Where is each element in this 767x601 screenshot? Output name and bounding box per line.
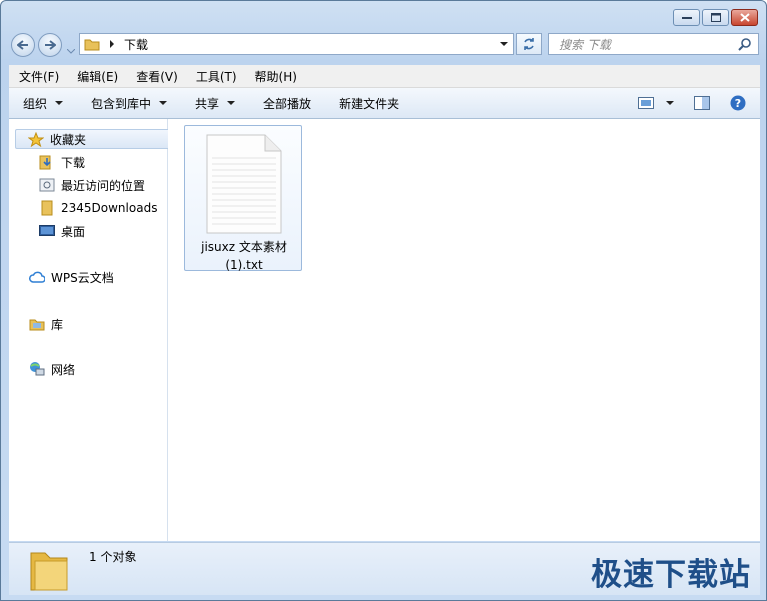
new-folder-button[interactable]: 新建文件夹	[325, 95, 413, 112]
recent-pages-dropdown[interactable]	[66, 43, 76, 57]
desktop-icon	[39, 225, 55, 236]
menu-view[interactable]: 查看(V)	[126, 68, 186, 85]
sidebar-item-desktop[interactable]: 桌面	[39, 221, 85, 241]
chevron-down-icon	[55, 101, 64, 105]
sidebar-item-label: 最近访问的位置	[61, 178, 146, 193]
include-label: 包含到库中	[91, 96, 152, 111]
chevron-down-icon	[159, 101, 168, 105]
network-icon	[30, 362, 45, 376]
organize-label: 组织	[23, 96, 48, 111]
sidebar-item-label: 2345Downloads	[61, 201, 158, 215]
sidebar-item-recent-places[interactable]: 最近访问的位置	[39, 175, 145, 195]
file-name-line1: jisuxz 文本素材	[201, 240, 287, 254]
search-box[interactable]: 搜索 下载	[548, 33, 759, 55]
recent-places-icon	[39, 178, 55, 192]
sidebar-item-label: 网络	[51, 362, 76, 377]
search-input[interactable]: 搜索 下载	[549, 36, 738, 53]
sidebar-item-label: WPS云文档	[51, 270, 114, 285]
cloud-icon	[29, 271, 45, 283]
chevron-down-icon	[666, 101, 674, 105]
play-all-button[interactable]: 全部播放	[249, 95, 325, 112]
navigation-pane: 收藏夹 下载 最近访问的位置 2345Downloads 桌面 WPS云文档 库	[9, 119, 171, 541]
file-item[interactable]: jisuxz 文本素材 (1).txt	[184, 125, 303, 274]
address-path[interactable]: 下载	[124, 36, 499, 53]
include-in-library-button[interactable]: 包含到库中	[77, 95, 181, 112]
back-button[interactable]	[11, 33, 35, 57]
watermark-logo: 极速下载站	[591, 557, 751, 593]
menu-file[interactable]: 文件(F)	[9, 68, 67, 85]
minimize-button[interactable]	[673, 9, 700, 26]
file-name-line2: (1).txt	[225, 258, 263, 272]
view-options-button[interactable]	[628, 97, 684, 109]
sidebar-item-libraries[interactable]: 库	[29, 314, 63, 334]
back-arrow-icon	[17, 40, 28, 50]
library-icon	[29, 319, 45, 331]
share-label: 共享	[195, 96, 220, 111]
refresh-button[interactable]	[516, 33, 542, 55]
chevron-down-icon	[66, 48, 76, 54]
svg-text:?: ?	[735, 97, 741, 110]
help-icon: ?	[730, 95, 746, 111]
explorer-window: 下载 搜索 下载 文件(F) 编辑(E) 查看(V) 工具(T) 帮助(H) 组…	[0, 0, 767, 601]
sidebar-item-label: 库	[51, 317, 64, 332]
sidebar-item-label: 收藏夹	[50, 132, 87, 147]
sidebar-item-label: 下载	[61, 155, 86, 170]
help-button[interactable]: ?	[720, 95, 760, 111]
breadcrumb-arrow-icon	[110, 40, 114, 48]
folder-icon	[84, 39, 100, 51]
downloads-folder-icon	[39, 155, 51, 170]
close-button[interactable]	[731, 9, 758, 26]
folder-large-icon	[30, 552, 68, 591]
preview-pane-icon	[694, 96, 710, 110]
address-dropdown-icon[interactable]	[499, 41, 509, 47]
file-list-pane: jisuxz 文本素材 (1).txt	[168, 119, 760, 541]
sidebar-item-label: 桌面	[61, 224, 86, 239]
file-name: jisuxz 文本素材 (1).txt	[185, 238, 303, 274]
sidebar-item-2345downloads[interactable]: 2345Downloads	[39, 198, 157, 218]
share-button[interactable]: 共享	[181, 95, 249, 112]
menu-tools[interactable]: 工具(T)	[186, 68, 245, 85]
preview-pane-button[interactable]	[684, 96, 720, 110]
refresh-icon	[524, 38, 534, 50]
command-bar: 组织 包含到库中 共享 全部播放 新建文件夹 ?	[9, 88, 760, 119]
organize-button[interactable]: 组织	[9, 95, 77, 112]
maximize-icon	[710, 13, 721, 22]
text-file-icon	[206, 134, 282, 234]
forward-arrow-icon	[45, 40, 56, 50]
star-icon	[28, 131, 44, 147]
sidebar-item-favorites[interactable]: 收藏夹	[15, 129, 171, 149]
sidebar-item-wps-cloud[interactable]: WPS云文档	[29, 267, 114, 287]
new-folder-label: 新建文件夹	[339, 96, 400, 111]
sidebar-item-downloads[interactable]: 下载	[39, 152, 85, 172]
minimize-icon	[681, 16, 692, 19]
maximize-button[interactable]	[702, 9, 729, 26]
forward-button[interactable]	[38, 33, 62, 57]
view-icon	[638, 97, 654, 109]
chevron-down-icon	[227, 101, 236, 105]
menu-help[interactable]: 帮助(H)	[245, 68, 305, 85]
folder-icon	[41, 200, 53, 216]
search-icon[interactable]	[738, 37, 752, 51]
address-bar[interactable]: 下载	[79, 33, 514, 55]
sidebar-item-network[interactable]: 网络	[29, 359, 75, 379]
close-icon	[739, 13, 750, 22]
play-all-label: 全部播放	[263, 96, 312, 111]
menu-bar: 文件(F) 编辑(E) 查看(V) 工具(T) 帮助(H)	[9, 65, 760, 88]
item-count: 1 个对象	[89, 550, 137, 564]
menu-edit[interactable]: 编辑(E)	[67, 68, 126, 85]
